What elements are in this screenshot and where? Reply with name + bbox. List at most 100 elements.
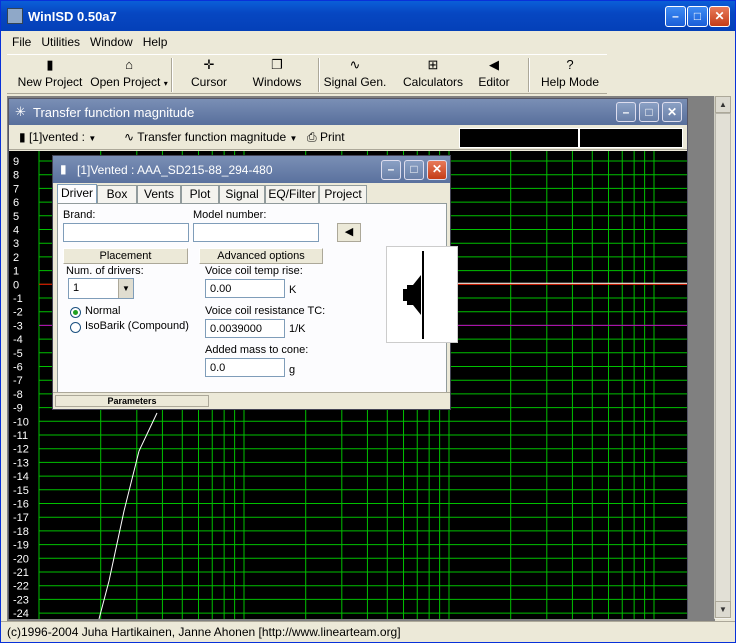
help-mode-button[interactable]: ? Help Mode [537, 55, 603, 95]
vc-temp-input[interactable]: 0.00 [205, 279, 285, 298]
speaker-icon[interactable]: ▮ [60, 162, 67, 176]
open-project-button[interactable]: ⌂ Open Project ▾ [87, 55, 171, 95]
y-tick-label: 3 [13, 238, 19, 250]
radio-normal-label: Normal [85, 305, 121, 317]
sine-wave-icon: ∿ [349, 57, 361, 72]
calculator-icon: ⊞ [427, 57, 439, 72]
scroll-up-arrow-icon[interactable]: ▲ [715, 96, 731, 113]
transfer-function-title-bar: ✳ Transfer function magnitude – □ ✕ [9, 99, 687, 125]
question-icon: ? [566, 57, 574, 72]
y-tick-label: 9 [13, 156, 19, 168]
editor-button[interactable]: ◀ Editor [473, 55, 515, 95]
y-tick-label: 1 [13, 266, 19, 278]
calculators-button[interactable]: ⊞ Calculators [393, 55, 473, 95]
mdi-vertical-scrollbar[interactable]: ▲ ▼ [714, 96, 731, 619]
y-tick-label: -4 [13, 334, 23, 346]
menu-help[interactable]: Help [138, 32, 173, 52]
brand-input[interactable] [63, 223, 189, 242]
added-mass-input[interactable]: 0.0 [205, 358, 285, 377]
tab-box[interactable]: Box [97, 185, 137, 204]
placement-header[interactable]: Placement [63, 248, 188, 264]
toolbar-separator [171, 58, 173, 92]
speaker-icon: ▮ [19, 130, 26, 144]
y-tick-label: -16 [13, 499, 29, 511]
child-close-button[interactable]: ✕ [662, 102, 682, 122]
graph-type-selector[interactable]: ∿ Transfer function magnitude ▼ [124, 130, 297, 144]
y-tick-label: -10 [13, 416, 29, 428]
radio-isobarik[interactable] [70, 322, 81, 333]
windows-icon: ❐ [271, 57, 283, 72]
dialog-close-button[interactable]: ✕ [427, 160, 447, 180]
maximize-button[interactable]: □ [687, 6, 708, 27]
toolbar-separator [528, 58, 530, 92]
y-tick-label: 6 [13, 197, 19, 209]
print-button[interactable]: ⎙ Print [307, 130, 345, 145]
scroll-thumb[interactable] [715, 113, 731, 603]
printer-icon: ⎙ [307, 130, 317, 144]
tab-vents[interactable]: Vents [137, 185, 181, 204]
status-bar: (c)1996-2004 Juha Hartikainen, Janne Aho… [1, 621, 735, 642]
transfer-function-title: Transfer function magnitude [33, 105, 195, 120]
speaker-icon: ◀ [489, 57, 499, 72]
y-tick-label: -15 [13, 485, 29, 497]
cursor-readout-x [459, 128, 579, 148]
tab-eq-filter[interactable]: EQ/Filter [265, 185, 319, 204]
menu-utilities[interactable]: Utilities [36, 32, 85, 52]
tab-project[interactable]: Project [319, 185, 367, 204]
toolbar-separator [318, 58, 320, 92]
response-curve [98, 412, 158, 619]
new-project-button[interactable]: ▮ New Project [17, 55, 83, 95]
vc-resistance-input[interactable]: 0.0039000 [205, 319, 285, 338]
speaker-icon: ◀ [344, 226, 354, 238]
tab-driver[interactable]: Driver [57, 184, 97, 204]
added-mass-label: Added mass to cone: [205, 344, 309, 356]
child-maximize-button[interactable]: □ [639, 102, 659, 122]
y-tick-label: 5 [13, 211, 19, 223]
chevron-down-icon[interactable]: ▾ [164, 79, 168, 88]
copyright-text: (c)1996-2004 Juha Hartikainen, Janne Aho… [7, 625, 401, 639]
menu-window[interactable]: Window [85, 32, 138, 52]
y-tick-label: -6 [13, 362, 23, 374]
driver-placement-diagram [386, 246, 458, 343]
speaker-diagram-icon [403, 251, 424, 339]
y-tick-label: -7 [13, 375, 23, 387]
dialog-status-bar: Parameters [53, 392, 450, 409]
scroll-down-arrow-icon[interactable]: ▼ [715, 601, 731, 618]
dialog-maximize-button[interactable]: □ [404, 160, 424, 180]
menu-file[interactable]: File [7, 32, 36, 52]
y-tick-label: 7 [13, 183, 19, 195]
minimize-button[interactable]: – [665, 6, 686, 27]
tab-signal[interactable]: Signal [219, 185, 265, 204]
advanced-options-header[interactable]: Advanced options [199, 248, 323, 264]
app-title: WinISD 0.50a7 [28, 9, 117, 24]
new-project-icon: ▮ [46, 57, 54, 72]
radio-isobarik-label: IsoBarik (Compound) [85, 320, 189, 332]
y-tick-label: -17 [13, 512, 29, 524]
cursor-button[interactable]: ✛ Cursor [183, 55, 235, 95]
y-tick-label: -24 [13, 608, 29, 619]
graph-window-icon[interactable]: ✳ [15, 104, 26, 120]
y-tick-label: -2 [13, 307, 23, 319]
chevron-down-icon[interactable]: ▼ [118, 279, 133, 298]
child-minimize-button[interactable]: – [616, 102, 636, 122]
signal-gen-button[interactable]: ∿ Signal Gen. [323, 55, 387, 95]
driver-editor-button[interactable]: ◀ [337, 223, 361, 242]
dialog-minimize-button[interactable]: – [381, 160, 401, 180]
tab-plot[interactable]: Plot [181, 185, 219, 204]
windows-button[interactable]: ❐ Windows [247, 55, 307, 95]
num-drivers-select[interactable]: 1 ▼ [68, 278, 134, 299]
y-tick-label: -23 [13, 594, 29, 606]
app-icon[interactable] [7, 8, 23, 24]
model-number-input[interactable] [193, 223, 319, 242]
vc-temp-label: Voice coil temp rise: [205, 265, 303, 277]
cursor-readout-y [579, 128, 683, 148]
project-selector[interactable]: ▮ [1]vented : ▼ [19, 130, 96, 144]
main-window: WinISD 0.50a7 – □ ✕ File Utilities Window H… [0, 0, 736, 643]
y-tick-label: -11 [13, 430, 28, 442]
close-button[interactable]: ✕ [709, 6, 730, 27]
title-bar: WinISD 0.50a7 – □ ✕ [1, 1, 735, 31]
radio-normal[interactable] [70, 307, 81, 318]
y-tick-label: -19 [13, 540, 29, 552]
y-tick-label: 0 [13, 279, 19, 291]
y-tick-label: -12 [13, 444, 29, 456]
